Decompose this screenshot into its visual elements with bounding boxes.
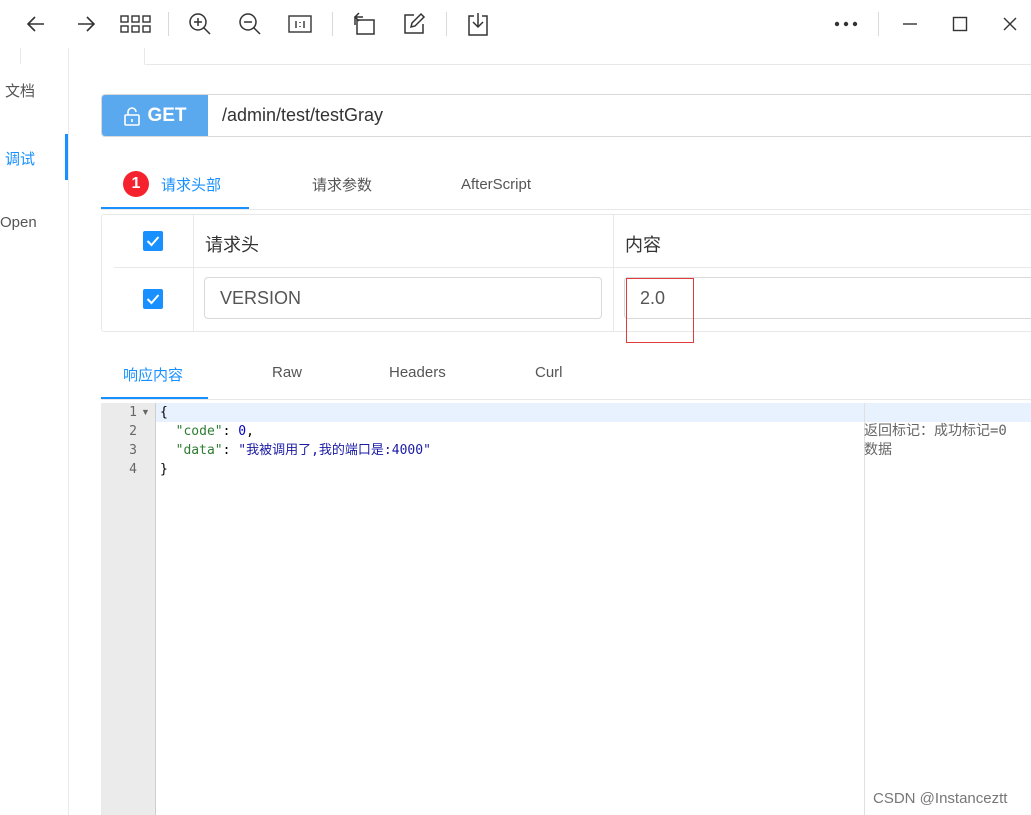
tab-request-params[interactable]: 请求参数 bbox=[312, 172, 372, 196]
column-divider bbox=[193, 215, 194, 331]
brace-open: { bbox=[160, 405, 168, 420]
select-all-checkbox[interactable] bbox=[143, 231, 163, 251]
request-tabs: 1 请求头部 请求参数 AfterScript bbox=[101, 160, 1031, 210]
highlight-box bbox=[626, 278, 694, 343]
edit-icon[interactable] bbox=[398, 8, 430, 40]
tab-label: 请求头部 bbox=[161, 176, 222, 194]
tab-afterscript[interactable]: AfterScript bbox=[461, 172, 531, 196]
json-value: 0 bbox=[238, 424, 247, 439]
actual-size-icon[interactable] bbox=[284, 8, 316, 40]
sidebar-active-indicator bbox=[65, 134, 68, 180]
column-header-value: 内容 bbox=[625, 235, 661, 255]
column-divider bbox=[613, 215, 614, 331]
response-tabs: 响应内容 Raw Headers Curl bbox=[101, 356, 1031, 400]
count-badge: 1 bbox=[123, 171, 149, 197]
rotate-icon[interactable] bbox=[348, 8, 380, 40]
watermark: CSDN @Instanceztt bbox=[873, 790, 1008, 807]
back-icon[interactable] bbox=[20, 8, 52, 40]
response-editor[interactable]: 1 ▼ 2 3 4 { "code": 0, "data": "我被调用了,我的… bbox=[101, 403, 1031, 815]
active-line-highlight bbox=[156, 403, 1031, 422]
tab-raw[interactable]: Raw bbox=[272, 364, 302, 381]
code-line: } bbox=[160, 460, 168, 479]
maximize-icon[interactable] bbox=[944, 8, 976, 40]
fold-arrow-icon[interactable]: ▼ bbox=[141, 403, 150, 422]
line-number: 4 bbox=[129, 462, 137, 477]
toolbar-divider bbox=[878, 12, 879, 36]
sidebar-item-open[interactable]: Open bbox=[0, 214, 37, 231]
grid-icon[interactable] bbox=[120, 8, 152, 40]
tab-curl[interactable]: Curl bbox=[535, 364, 563, 381]
minimize-icon[interactable] bbox=[894, 8, 926, 40]
json-value: "我被调用了,我的端口是:4000" bbox=[238, 443, 431, 458]
code-line: { bbox=[160, 403, 168, 422]
field-description: 返回标记：成功标记=0 bbox=[864, 423, 1007, 439]
page-edge bbox=[144, 48, 145, 65]
check-icon bbox=[146, 236, 160, 247]
description-divider bbox=[864, 403, 865, 815]
toolbar-divider bbox=[168, 12, 169, 36]
brace-close: } bbox=[160, 462, 168, 477]
json-key: "code" bbox=[175, 424, 223, 439]
forward-icon[interactable] bbox=[70, 8, 102, 40]
zoom-in-icon[interactable] bbox=[184, 8, 216, 40]
line-number: 1 bbox=[129, 405, 137, 420]
page-edge bbox=[146, 64, 1031, 65]
check-icon bbox=[146, 294, 160, 305]
code-line: "code": 0, bbox=[175, 424, 254, 439]
more-icon[interactable] bbox=[830, 8, 862, 40]
line-number: 2 bbox=[129, 424, 137, 439]
json-key: "data" bbox=[175, 443, 223, 458]
request-url-bar: GET bbox=[101, 94, 1031, 137]
method-button[interactable]: GET bbox=[102, 95, 208, 136]
row-divider bbox=[114, 267, 1031, 268]
viewer-toolbar bbox=[0, 0, 1031, 48]
unlock-icon bbox=[124, 106, 141, 126]
header-name-input[interactable]: VERSION bbox=[204, 277, 602, 319]
close-icon[interactable] bbox=[994, 8, 1026, 40]
zoom-out-icon[interactable] bbox=[234, 8, 266, 40]
active-tab-indicator bbox=[101, 207, 249, 209]
toolbar-divider bbox=[332, 12, 333, 36]
toolbar-divider bbox=[446, 12, 447, 36]
active-tab-indicator bbox=[101, 397, 208, 399]
sidebar-item-debug[interactable]: 调试 bbox=[5, 148, 35, 169]
column-header-name: 请求头 bbox=[205, 235, 259, 255]
field-description: 数据 bbox=[864, 442, 892, 458]
sidebar-item-docs[interactable]: 文档 bbox=[5, 80, 35, 101]
tab-response-content[interactable]: 响应内容 bbox=[123, 364, 183, 385]
app-window: 文档 调试 Open GET 1 请求头部 请求参数 AfterScript 请… bbox=[0, 0, 1031, 815]
tab-headers[interactable]: Headers bbox=[389, 364, 446, 381]
row-checkbox[interactable] bbox=[143, 289, 163, 309]
code-line: "data": "我被调用了,我的端口是:4000" bbox=[175, 443, 431, 458]
tab-request-headers[interactable]: 1 请求头部 bbox=[123, 171, 222, 197]
headers-table: 请求头 内容 VERSION 2.0 bbox=[101, 214, 1031, 332]
method-label: GET bbox=[147, 104, 187, 126]
line-number: 3 bbox=[129, 443, 137, 458]
url-input[interactable] bbox=[208, 95, 1031, 136]
download-icon[interactable] bbox=[462, 8, 494, 40]
